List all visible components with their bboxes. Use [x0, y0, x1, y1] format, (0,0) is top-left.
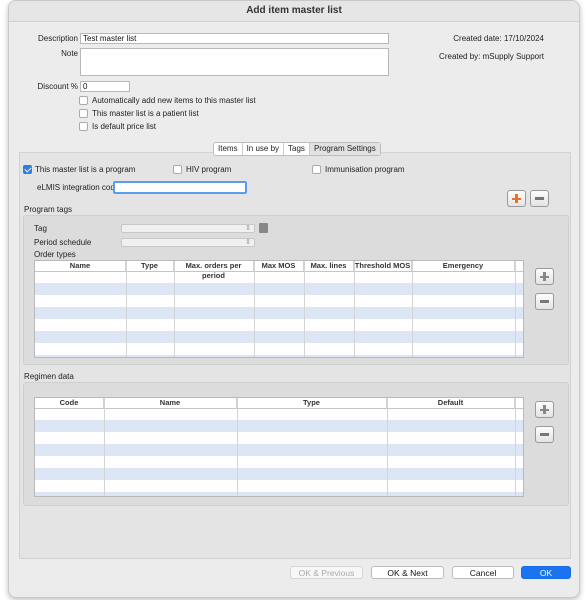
table-row[interactable]: [35, 492, 523, 496]
remove-program-button[interactable]: [530, 190, 549, 207]
table-row[interactable]: [35, 444, 523, 456]
column-header-default[interactable]: Default: [387, 398, 515, 408]
patient-list-label: This master list is a patient list: [92, 109, 199, 118]
title-bar: Add item master list: [9, 1, 579, 22]
table-row[interactable]: [35, 283, 523, 295]
immunisation-program-checkbox[interactable]: [312, 165, 321, 174]
tab-in-use-by[interactable]: In use by: [243, 143, 285, 155]
select-arrow-icon: ⇕: [245, 239, 251, 246]
discount-label: Discount %: [37, 82, 78, 91]
table-row[interactable]: [35, 331, 523, 343]
ok-next-button[interactable]: OK & Next: [371, 566, 444, 579]
tag-list-icon[interactable]: [259, 223, 268, 233]
auto-add-items-label: Automatically add new items to this mast…: [92, 96, 256, 105]
column-header-code[interactable]: Code: [35, 398, 104, 408]
tab-program-settings[interactable]: Program Settings: [309, 143, 380, 155]
period-schedule-select[interactable]: ⇕: [121, 238, 255, 247]
table-row[interactable]: [35, 355, 523, 357]
elmis-code-field[interactable]: [113, 181, 247, 194]
is-program-checkbox[interactable]: [23, 165, 32, 174]
ok-previous-button[interactable]: OK & Previous: [290, 566, 363, 579]
tab-bar: Items In use by Tags Program Settings: [213, 142, 381, 156]
regimen-data-group: Code Name Type Default: [23, 382, 569, 506]
immunisation-program-label: Immunisation program: [325, 165, 405, 174]
remove-regimen-button[interactable]: [535, 426, 554, 443]
regimen-table[interactable]: Code Name Type Default: [34, 397, 524, 497]
table-row[interactable]: [35, 420, 523, 432]
note-label: Note: [61, 49, 78, 58]
hiv-program-checkbox[interactable]: [173, 165, 182, 174]
minus-icon: [540, 300, 549, 303]
column-header-type[interactable]: Type: [126, 261, 174, 271]
add-program-button[interactable]: [507, 190, 526, 207]
minus-icon: [540, 433, 549, 436]
auto-add-items-checkbox[interactable]: [79, 96, 88, 105]
description-label: Description: [37, 34, 78, 43]
add-order-type-button[interactable]: [535, 268, 554, 285]
program-tags-group: Tag ⇕ Period schedule ⇕ Order types Name…: [23, 215, 569, 365]
default-price-list-label: Is default price list: [92, 122, 157, 131]
select-arrow-icon: ⇕: [245, 225, 251, 232]
tab-items[interactable]: Items: [214, 143, 243, 155]
default-price-list-checkbox[interactable]: [79, 122, 88, 131]
regimen-data-heading: Regimen data: [24, 372, 74, 381]
column-header-max-mos[interactable]: Max MOS: [254, 261, 304, 271]
tag-select[interactable]: ⇕: [121, 224, 255, 233]
column-header-max-orders[interactable]: Max. orders per period: [174, 261, 254, 280]
program-tags-heading: Program tags: [24, 205, 73, 214]
tag-label: Tag: [34, 224, 47, 233]
column-header-name[interactable]: Name: [104, 398, 237, 408]
window-title: Add item master list: [246, 5, 342, 16]
column-header-threshold-mos[interactable]: Threshold MOS: [354, 261, 412, 271]
minus-icon: [535, 197, 544, 200]
dialog-window: Add item master list Description Test ma…: [8, 0, 580, 598]
period-schedule-label: Period schedule: [34, 238, 92, 247]
discount-field[interactable]: 0: [80, 81, 130, 92]
note-field[interactable]: [80, 48, 389, 76]
tab-tags[interactable]: Tags: [284, 143, 310, 155]
created-by: Created by: mSupply Support: [439, 52, 544, 61]
created-date: Created date: 17/10/2024: [453, 34, 544, 43]
table-row[interactable]: [35, 307, 523, 319]
table-row[interactable]: [35, 468, 523, 480]
program-settings-panel: This master list is a program HIV progra…: [19, 152, 571, 559]
remove-order-type-button[interactable]: [535, 293, 554, 310]
add-regimen-button[interactable]: [535, 401, 554, 418]
hiv-program-label: HIV program: [186, 165, 232, 174]
column-header-type[interactable]: Type: [237, 398, 387, 408]
description-field[interactable]: Test master list: [80, 33, 389, 44]
ok-button[interactable]: OK: [521, 566, 571, 579]
order-types-table[interactable]: Name Type Max. orders per period Max MOS…: [34, 260, 524, 358]
order-types-label: Order types: [34, 250, 76, 259]
column-header-name[interactable]: Name: [35, 261, 126, 271]
patient-list-checkbox[interactable]: [79, 109, 88, 118]
is-program-label: This master list is a program: [35, 165, 136, 174]
column-header-max-lines[interactable]: Max. lines: [304, 261, 354, 271]
column-header-emergency[interactable]: Emergency: [412, 261, 515, 271]
cancel-button[interactable]: Cancel: [452, 566, 514, 579]
elmis-label: eLMIS integration code: [37, 183, 120, 192]
